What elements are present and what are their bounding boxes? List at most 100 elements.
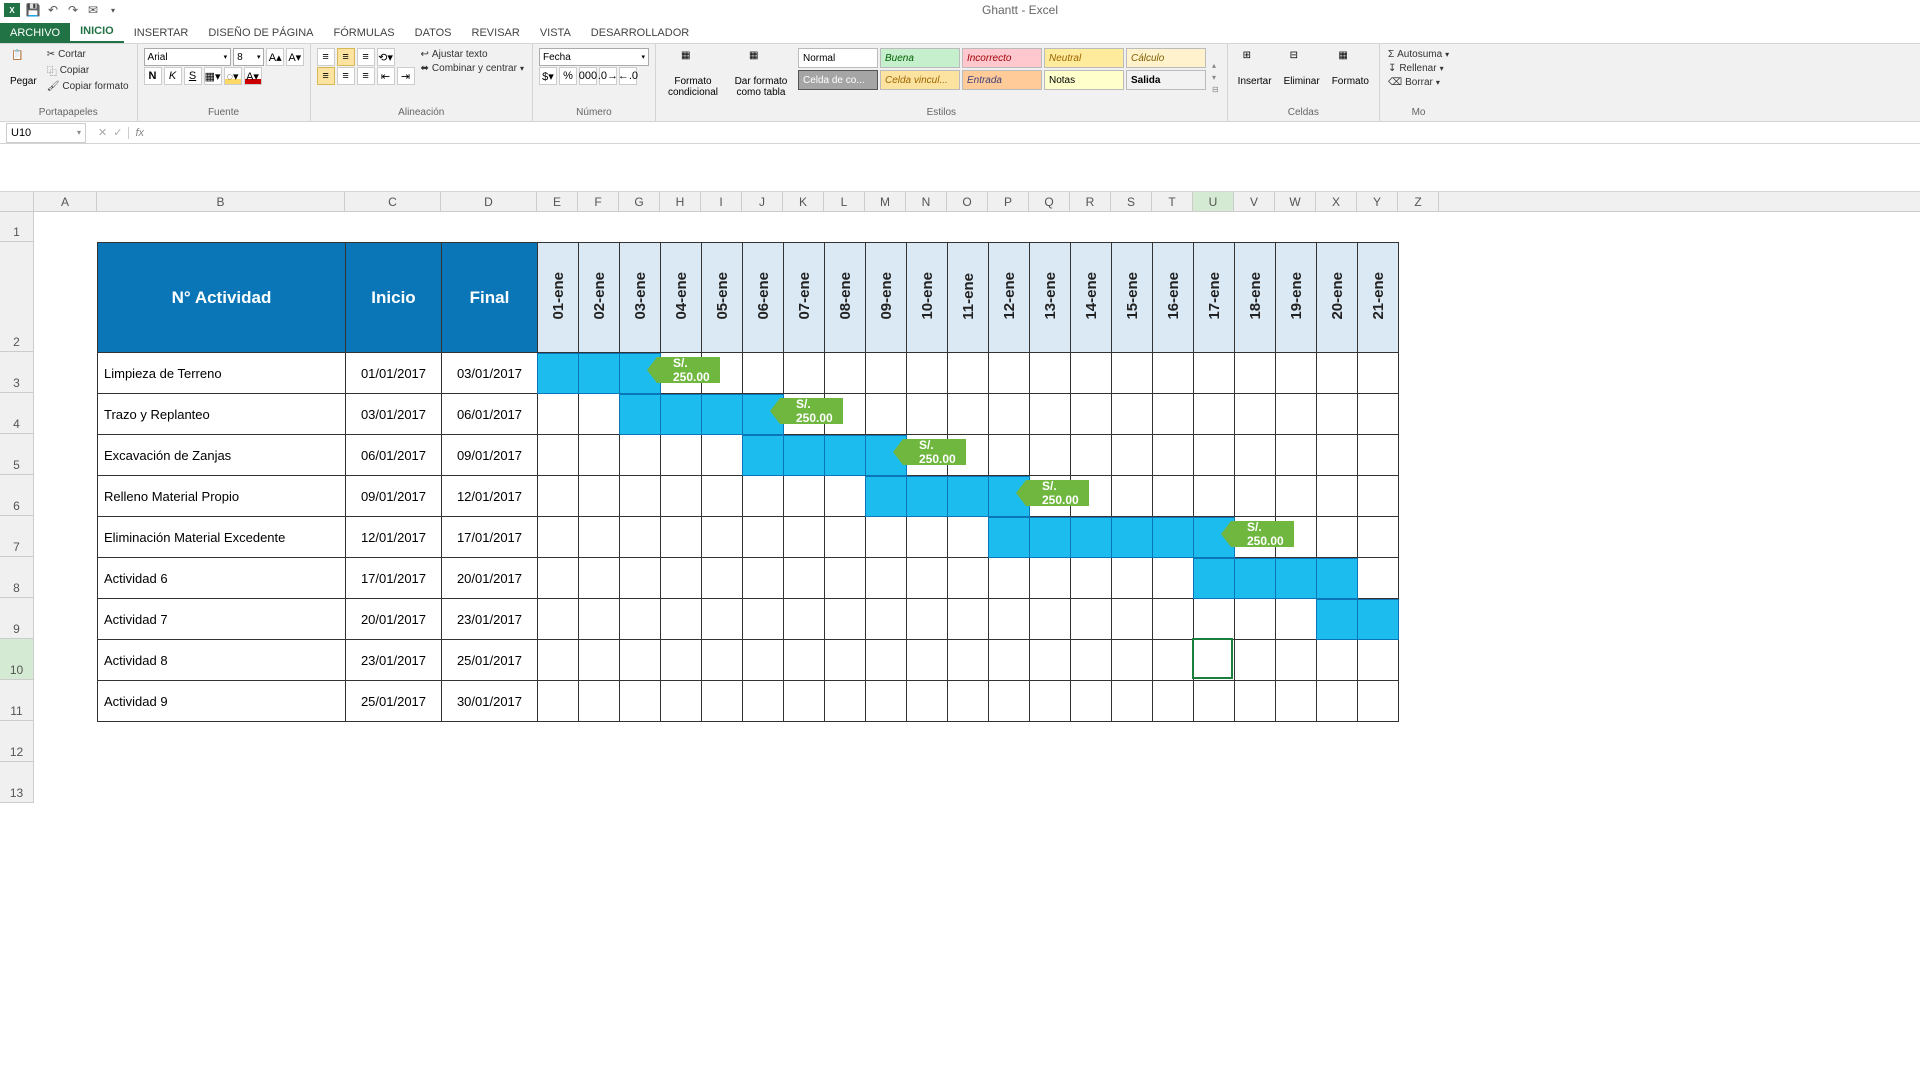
- underline-button[interactable]: S: [184, 67, 202, 85]
- gantt-day-cell[interactable]: [1194, 599, 1235, 640]
- gantt-day-cell[interactable]: [1030, 394, 1071, 435]
- gantt-day-cell[interactable]: [579, 394, 620, 435]
- gantt-day-cell[interactable]: [1030, 681, 1071, 722]
- col-header-W[interactable]: W: [1275, 192, 1316, 211]
- wrap-text-button[interactable]: ↩Ajustar texto: [419, 48, 526, 61]
- activity-cell[interactable]: Excavación de Zanjas: [98, 435, 346, 476]
- tab-review[interactable]: REVISAR: [462, 23, 530, 43]
- gantt-day-cell[interactable]: [866, 353, 907, 394]
- gantt-day-cell[interactable]: [620, 435, 661, 476]
- row-header-5[interactable]: 5: [0, 434, 34, 475]
- select-all-corner[interactable]: [0, 192, 34, 211]
- gantt-day-cell[interactable]: [866, 517, 907, 558]
- gantt-day-cell[interactable]: [1317, 476, 1358, 517]
- col-header-I[interactable]: I: [701, 192, 742, 211]
- gantt-day-cell[interactable]: [1153, 476, 1194, 517]
- col-header-M[interactable]: M: [865, 192, 906, 211]
- number-format-combo[interactable]: Fecha▾: [539, 48, 649, 66]
- gantt-day-cell[interactable]: [948, 517, 989, 558]
- gantt-day-cell[interactable]: [1071, 435, 1112, 476]
- gantt-day-cell[interactable]: [661, 435, 702, 476]
- col-header-X[interactable]: X: [1316, 192, 1357, 211]
- gantt-day-cell[interactable]: [1194, 435, 1235, 476]
- gantt-day-cell[interactable]: [579, 681, 620, 722]
- row-header-1[interactable]: 1: [0, 212, 34, 242]
- decrease-font-icon[interactable]: A▾: [286, 48, 304, 66]
- row-header-9[interactable]: 9: [0, 598, 34, 639]
- comma-icon[interactable]: 000: [579, 67, 597, 85]
- gantt-day-cell[interactable]: [579, 435, 620, 476]
- activity-cell[interactable]: Limpieza de Terreno: [98, 353, 346, 394]
- activity-cell[interactable]: Relleno Material Propio: [98, 476, 346, 517]
- conditional-formatting-button[interactable]: ▦Formato condicional: [662, 48, 724, 107]
- gantt-day-cell[interactable]: [538, 353, 579, 394]
- gantt-day-cell[interactable]: [1358, 599, 1399, 640]
- gantt-day-cell[interactable]: [1358, 517, 1399, 558]
- gantt-day-cell[interactable]: [538, 517, 579, 558]
- gantt-day-cell[interactable]: [1112, 681, 1153, 722]
- copy-button[interactable]: ⿻Copiar: [45, 62, 131, 79]
- gantt-day-cell[interactable]: [702, 394, 743, 435]
- gantt-day-cell[interactable]: [661, 640, 702, 681]
- gantt-day-cell[interactable]: [907, 599, 948, 640]
- style-good[interactable]: Buena: [880, 48, 960, 68]
- style-scroll-down-icon[interactable]: ▾: [1212, 73, 1219, 82]
- clear-button[interactable]: ⌫Borrar▾: [1386, 76, 1451, 89]
- gantt-day-cell[interactable]: [743, 558, 784, 599]
- gantt-day-cell[interactable]: [907, 517, 948, 558]
- gantt-day-cell[interactable]: [1112, 517, 1153, 558]
- gantt-day-cell[interactable]: [702, 599, 743, 640]
- gantt-day-cell[interactable]: [1194, 476, 1235, 517]
- gantt-day-cell[interactable]: [702, 517, 743, 558]
- gantt-day-cell[interactable]: [1071, 558, 1112, 599]
- gantt-day-cell[interactable]: S/. 250.00: [1235, 517, 1276, 558]
- gantt-day-cell[interactable]: [1276, 353, 1317, 394]
- gantt-day-cell[interactable]: S/. 250.00: [784, 394, 825, 435]
- row-header-7[interactable]: 7: [0, 516, 34, 557]
- gantt-day-cell[interactable]: [1235, 681, 1276, 722]
- gantt-day-cell[interactable]: [620, 681, 661, 722]
- gantt-day-cell[interactable]: [1235, 353, 1276, 394]
- gantt-day-cell[interactable]: [1358, 435, 1399, 476]
- col-header-A[interactable]: A: [34, 192, 97, 211]
- col-header-O[interactable]: O: [947, 192, 988, 211]
- gantt-day-cell[interactable]: [702, 681, 743, 722]
- start-date-cell[interactable]: 09/01/2017: [346, 476, 442, 517]
- end-date-cell[interactable]: 09/01/2017: [442, 435, 538, 476]
- col-header-C[interactable]: C: [345, 192, 441, 211]
- gantt-day-cell[interactable]: [1235, 599, 1276, 640]
- gantt-day-cell[interactable]: [702, 640, 743, 681]
- gantt-day-cell[interactable]: [579, 640, 620, 681]
- gantt-day-cell[interactable]: [1358, 476, 1399, 517]
- gantt-day-cell[interactable]: [1071, 640, 1112, 681]
- mail-icon[interactable]: ✉: [86, 3, 100, 17]
- gantt-day-cell[interactable]: [825, 353, 866, 394]
- col-header-L[interactable]: L: [824, 192, 865, 211]
- paste-button[interactable]: 📋 Pegar: [6, 48, 41, 107]
- gantt-day-cell[interactable]: [989, 640, 1030, 681]
- gantt-day-cell[interactable]: S/. 250.00: [907, 435, 948, 476]
- start-date-cell[interactable]: 25/01/2017: [346, 681, 442, 722]
- gantt-day-cell[interactable]: [825, 476, 866, 517]
- row-header-3[interactable]: 3: [0, 352, 34, 393]
- gantt-day-cell[interactable]: [784, 681, 825, 722]
- autosum-button[interactable]: ΣAutosuma▾: [1386, 48, 1451, 61]
- gantt-day-cell[interactable]: [1276, 640, 1317, 681]
- currency-icon[interactable]: $▾: [539, 67, 557, 85]
- save-icon[interactable]: 💾: [26, 3, 40, 17]
- percent-icon[interactable]: %: [559, 67, 577, 85]
- gantt-day-cell[interactable]: [538, 640, 579, 681]
- decrease-indent-icon[interactable]: ⇤: [377, 67, 395, 85]
- gantt-day-cell[interactable]: [907, 640, 948, 681]
- gantt-day-cell[interactable]: [1153, 353, 1194, 394]
- start-date-cell[interactable]: 17/01/2017: [346, 558, 442, 599]
- gantt-day-cell[interactable]: [1317, 599, 1358, 640]
- increase-indent-icon[interactable]: ⇥: [397, 67, 415, 85]
- gantt-day-cell[interactable]: [1112, 599, 1153, 640]
- gantt-day-cell[interactable]: [661, 517, 702, 558]
- activity-cell[interactable]: Actividad 6: [98, 558, 346, 599]
- end-date-cell[interactable]: 17/01/2017: [442, 517, 538, 558]
- gantt-day-cell[interactable]: [1112, 394, 1153, 435]
- gantt-day-cell[interactable]: [1235, 640, 1276, 681]
- gantt-day-cell[interactable]: [784, 558, 825, 599]
